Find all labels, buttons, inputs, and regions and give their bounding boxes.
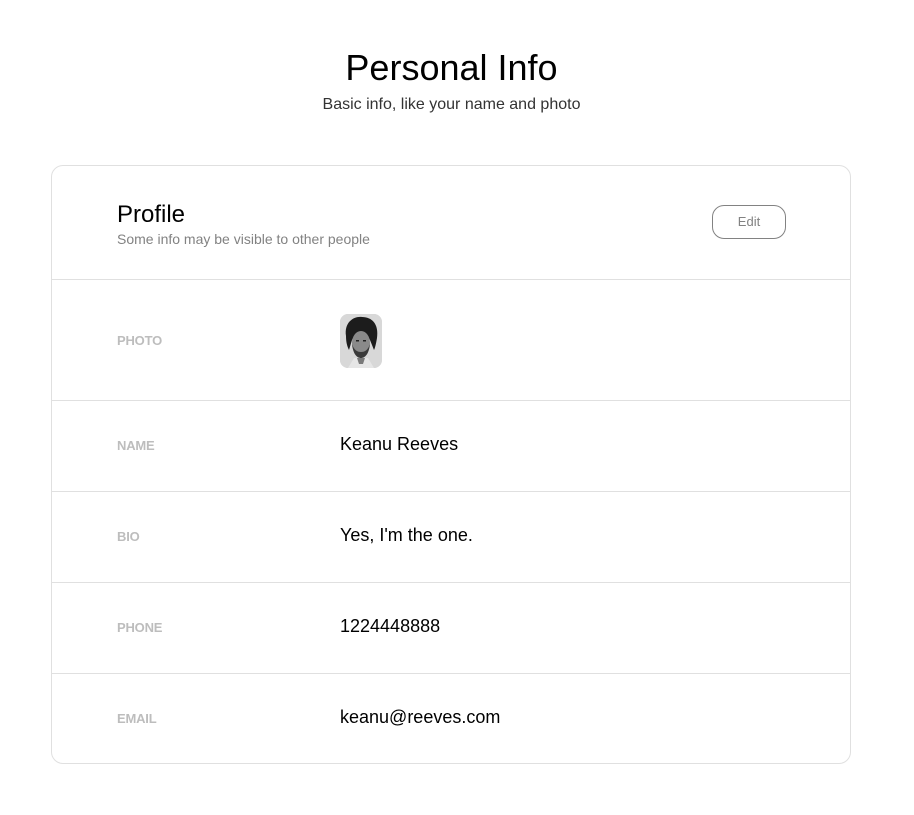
email-value: keanu@reeves.com (340, 707, 501, 727)
page-subtitle: Basic info, like your name and photo (322, 96, 581, 113)
bio-value: Yes, I'm the one. (340, 525, 473, 545)
phone-label: PHONE (117, 620, 163, 635)
profile-card: Profile Some info may be visible to othe… (51, 165, 851, 764)
name-label: NAME (117, 438, 155, 453)
bio-row: BIO Yes, I'm the one. (52, 492, 850, 583)
edit-button[interactable]: Edit (712, 205, 786, 239)
email-label: EMAIL (117, 711, 157, 726)
email-row: EMAIL keanu@reeves.com (52, 674, 850, 763)
bio-label: BIO (117, 529, 140, 544)
name-row: NAME Keanu Reeves (52, 401, 850, 492)
avatar (340, 314, 382, 368)
photo-label: PHOTO (117, 333, 162, 348)
photo-row: PHOTO (52, 280, 850, 401)
profile-subtitle: Some info may be visible to other people (117, 231, 370, 247)
avatar-photo (340, 314, 382, 368)
profile-title: Profile (117, 201, 186, 228)
profile-card-header: Profile Some info may be visible to othe… (52, 166, 850, 280)
page-title: Personal Info (345, 47, 558, 88)
phone-row: PHONE 1224448888 (52, 583, 850, 674)
phone-value: 1224448888 (340, 616, 441, 636)
name-value: Keanu Reeves (340, 434, 459, 454)
